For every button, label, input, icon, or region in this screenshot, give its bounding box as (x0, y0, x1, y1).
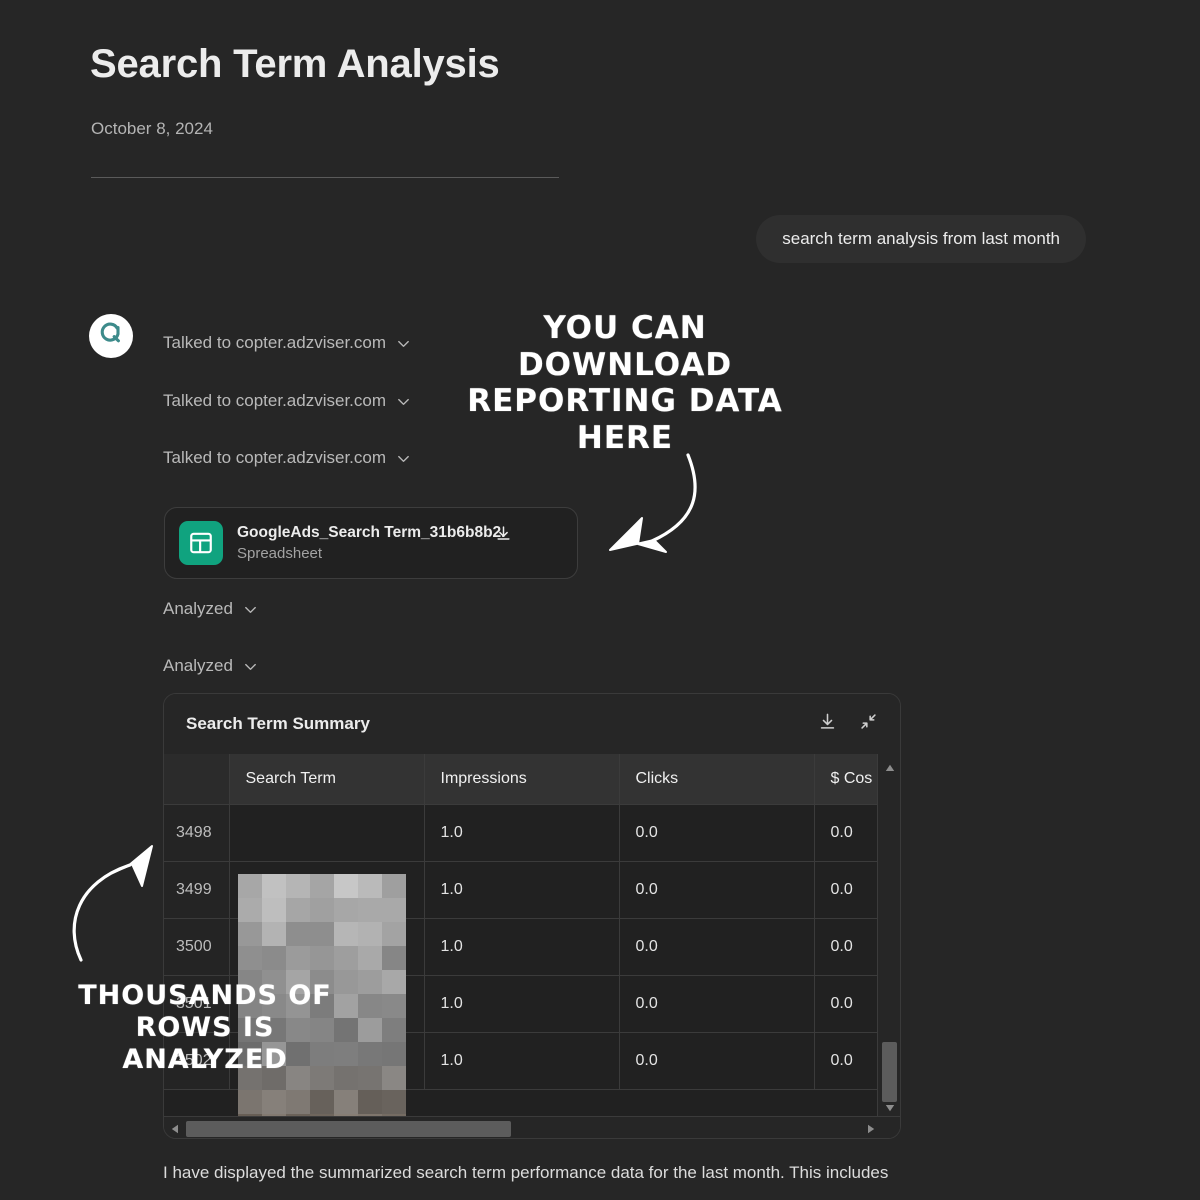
table-title: Search Term Summary (186, 714, 370, 733)
column-header-cost[interactable]: $ Cos (814, 754, 880, 805)
download-icon[interactable] (818, 712, 837, 736)
cell-clicks: 0.0 (619, 1032, 815, 1090)
cell-clicks: 0.0 (619, 804, 815, 862)
attachment-filename: GoogleAds_Search Term_31b6b8b2. (237, 524, 511, 542)
cell-search-term (229, 861, 425, 919)
assistant-answer-text: I have displayed the summarized search t… (163, 1163, 889, 1182)
scroll-up-icon[interactable] (878, 758, 900, 778)
annotation-line: reporting data (467, 383, 783, 420)
download-icon[interactable] (495, 525, 512, 542)
horizontal-scrollbar-thumb[interactable] (186, 1121, 511, 1137)
cell-cost: 0.0 (814, 1032, 880, 1090)
document-date: October 8, 2024 (91, 119, 213, 138)
tool-call-label: Talked to copter.adzviser.com (163, 448, 387, 467)
cell-search-term (229, 975, 425, 1033)
tool-call-row[interactable]: Talked to copter.adzviser.com (163, 391, 411, 411)
page-root: Search Term Analysis October 8, 2024 sea… (0, 0, 1200, 1200)
cell-impressions: 1.0 (424, 975, 620, 1033)
row-index: 3501 (164, 975, 230, 1033)
annotation-line: here (576, 419, 674, 456)
tool-call-row[interactable]: Talked to copter.adzviser.com (163, 333, 411, 353)
row-index: 3500 (164, 918, 230, 976)
adzviser-logo-icon (98, 321, 124, 352)
collapse-icon[interactable] (859, 712, 878, 736)
table-card-header: Search Term Summary (164, 694, 900, 754)
table-row: 3498 1.0 0.0 0.0 (164, 804, 880, 862)
column-header-search-term[interactable]: Search Term (229, 754, 425, 805)
analysis-step-row[interactable]: Analyzed (163, 599, 258, 619)
cell-impressions: 1.0 (424, 804, 620, 862)
column-header-impressions[interactable]: Impressions (424, 754, 620, 805)
cell-search-term (229, 1032, 425, 1090)
cell-cost: 0.0 (814, 918, 880, 976)
analysis-step-label: Analyzed (163, 656, 233, 675)
tool-call-label: Talked to copter.adzviser.com (163, 391, 387, 410)
row-index: 3502 (164, 1032, 230, 1090)
table-actions (818, 712, 878, 736)
table-row: 3502 1.0 0.0 0.0 (164, 1032, 880, 1090)
row-index: 3499 (164, 861, 230, 919)
attachment-subtitle: Spreadsheet (237, 545, 323, 562)
vertical-scrollbar-thumb[interactable] (882, 1042, 897, 1102)
cell-search-term (229, 918, 425, 976)
column-header-clicks[interactable]: Clicks (619, 754, 815, 805)
table-scroll-area[interactable]: Search Term Impressions Clicks $ Cos 349… (164, 754, 900, 1138)
cell-cost: 0.0 (814, 804, 880, 862)
row-index: 3498 (164, 804, 230, 862)
table-row: 3501 1.0 0.0 0.0 (164, 975, 880, 1033)
cell-cost: 0.0 (814, 975, 880, 1033)
cell-cost: 0.0 (814, 861, 880, 919)
spreadsheet-icon (179, 521, 223, 565)
cell-impressions: 1.0 (424, 1032, 620, 1090)
user-message-bubble: search term analysis from last month (756, 215, 1086, 263)
attachment-card[interactable]: GoogleAds_Search Term_31b6b8b2. Spreadsh… (164, 507, 578, 579)
tool-call-row[interactable]: Talked to copter.adzviser.com (163, 448, 411, 468)
chevron-down-icon[interactable] (243, 659, 258, 674)
chevron-down-icon[interactable] (396, 451, 411, 466)
annotation-line: You can download (517, 310, 733, 383)
scroll-right-icon[interactable] (862, 1120, 880, 1138)
analysis-step-row[interactable]: Analyzed (163, 656, 258, 676)
chevron-down-icon[interactable] (243, 602, 258, 617)
page-title: Search Term Analysis (90, 42, 500, 86)
vertical-scrollbar[interactable] (877, 754, 900, 1138)
assistant-avatar (89, 314, 133, 358)
cell-impressions: 1.0 (424, 918, 620, 976)
cell-clicks: 0.0 (619, 975, 815, 1033)
analysis-step-label: Analyzed (163, 599, 233, 618)
chevron-down-icon[interactable] (396, 336, 411, 351)
cell-clicks: 0.0 (619, 861, 815, 919)
curved-arrow-down-left-icon (609, 453, 697, 553)
horizontal-scrollbar[interactable] (164, 1116, 900, 1138)
chevron-down-icon[interactable] (396, 394, 411, 409)
scroll-left-icon[interactable] (166, 1120, 184, 1138)
scroll-down-icon[interactable] (878, 1098, 900, 1118)
cell-search-term (229, 804, 425, 862)
header-divider (91, 177, 559, 178)
search-term-table: Search Term Impressions Clicks $ Cos 349… (164, 754, 880, 1090)
tool-call-label: Talked to copter.adzviser.com (163, 333, 387, 352)
download-annotation: You can download reporting data here (455, 310, 795, 456)
table-header-row: Search Term Impressions Clicks $ Cos (164, 754, 880, 805)
cell-impressions: 1.0 (424, 861, 620, 919)
table-row: 3500 1.0 0.0 0.0 (164, 918, 880, 976)
column-header-index[interactable] (164, 754, 230, 805)
table-row: 3499 1.0 0.0 0.0 (164, 861, 880, 919)
search-term-summary-card: Search Term Summary Search Term Impressi… (163, 693, 901, 1139)
cell-clicks: 0.0 (619, 918, 815, 976)
